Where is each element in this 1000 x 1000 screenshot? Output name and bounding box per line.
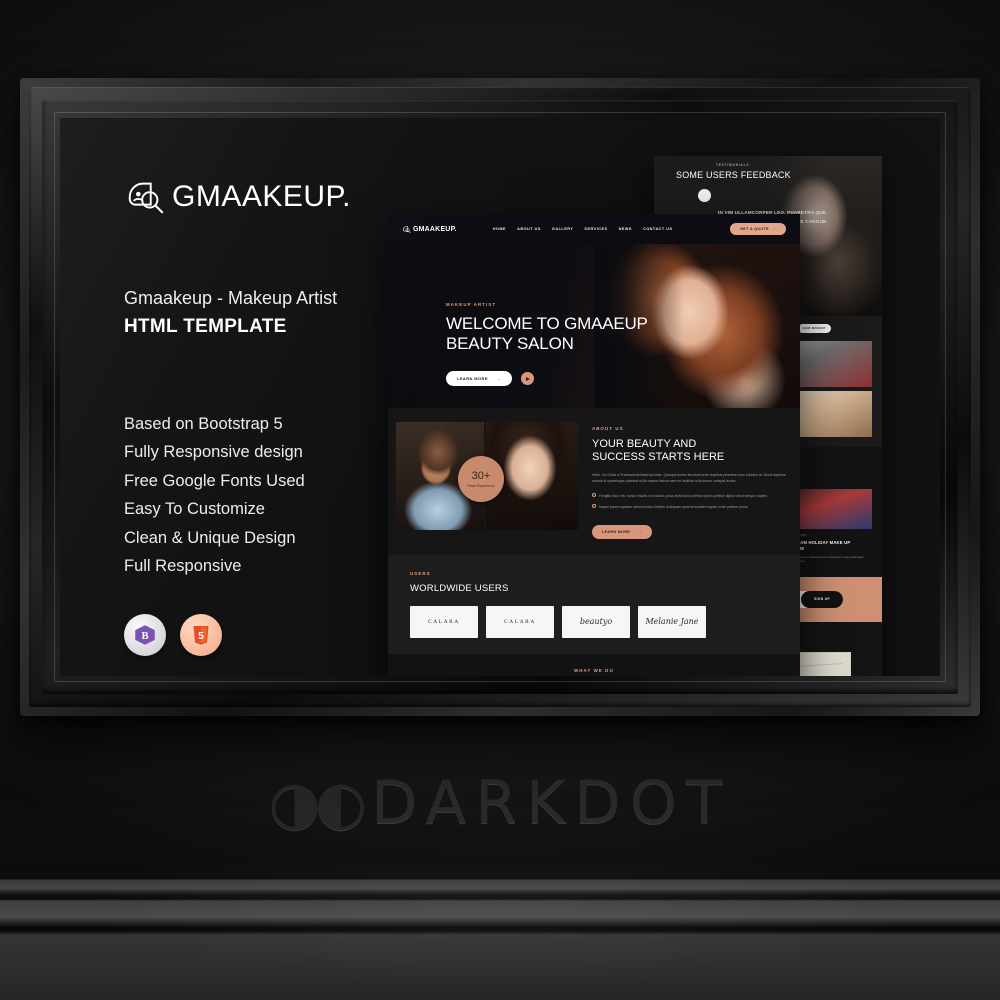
nav-item-contact-us[interactable]: CONTACT US: [643, 227, 673, 231]
main-page-screenshot[interactable]: GMAAKEUP. HOME ABOUT US GALLERY SERVICES…: [388, 214, 800, 676]
about-section: 30+ Years Experience ABOUT US YOUR BEAUT…: [388, 408, 800, 555]
about-learn-more-label: LEARN MORE: [602, 529, 631, 534]
nav-item-gallery[interactable]: GALLERY: [552, 227, 574, 231]
about-paragraph: Hello, I'm Olivia a Professional Makeup …: [592, 473, 786, 484]
testimonials-heading: SOME USERS FEEDBACK: [676, 170, 791, 180]
client-logo-text: Melanie Jane: [645, 617, 699, 627]
about-bullets: Fringilla risus nec, luctus mauris non a…: [592, 493, 788, 510]
arrow-right-icon: →: [496, 376, 502, 381]
site-navbar: GMAAKEUP. HOME ABOUT US GALLERY SERVICES…: [388, 214, 800, 244]
promo-panel: GMAAKEUP. Gmaakeup - Makeup Artist HTML …: [124, 176, 424, 657]
nav-item-home[interactable]: HOME: [493, 227, 506, 231]
play-icon[interactable]: [521, 372, 535, 385]
site-nav-links: HOME ABOUT US GALLERY SERVICES NEWS CONT…: [493, 227, 673, 231]
bullet-check-icon: [592, 504, 596, 509]
feature-item: Full Responsive: [124, 557, 242, 576]
brand-name: GMAAKEUP.: [172, 180, 352, 213]
hero-actions: LEARN MORE →: [446, 371, 648, 386]
feature-item: Free Google Fonts Used: [124, 471, 305, 490]
hero-learn-more-label: LEARN MORE: [457, 376, 488, 381]
feature-item: Clean & Unique Design: [124, 528, 296, 547]
about-heading: YOUR BEAUTY AND SUCCESS STARTS HERE: [592, 438, 788, 464]
feature-item: Based on Bootstrap 5: [124, 415, 283, 433]
arrow-right-icon: →: [638, 529, 643, 534]
client-logo: beautyo: [562, 605, 630, 638]
darkdot-watermark: ◑◐ DARKDOT: [0, 768, 1000, 838]
nav-item-news[interactable]: NEWS: [619, 227, 632, 231]
client-logo: CALARA: [486, 605, 554, 638]
client-logo-text: beautyo: [579, 617, 613, 627]
svg-text:5: 5: [198, 631, 204, 642]
about-bullet-text: Neque ipsum egestas rutrum luctus ultric…: [599, 504, 749, 509]
about-bullet-item: Fringilla risus nec, luctus mauris non a…: [592, 493, 788, 499]
makeup-face-search-icon: [124, 176, 166, 218]
worldwide-users-section: USERS WORLDWIDE USERS CALARA CALARA beau…: [388, 554, 800, 654]
about-images: 30+ Years Experience: [396, 422, 578, 539]
baseboard-molding: [0, 865, 1000, 1000]
feature-item: Easy To Customize: [124, 500, 265, 519]
newsletter-signup-button[interactable]: SIGN UP: [801, 590, 843, 608]
experience-label: Years Experience: [466, 483, 496, 488]
arrow-right-icon: →: [772, 227, 776, 231]
hero-learn-more-button[interactable]: LEARN MORE →: [446, 371, 513, 386]
about-bullet-item: Neque ipsum egestas rutrum luctus ultric…: [592, 504, 788, 510]
hero-copy: MAKEUP ARTIST WELCOME TO GMAAEUP BEAUTY …: [446, 302, 648, 386]
nav-item-services[interactable]: SERVICES: [584, 227, 607, 231]
darkdot-wordmark: DARKDOT: [371, 768, 732, 838]
bullet-check-icon: [592, 493, 596, 498]
client-logo: CALARA: [410, 605, 478, 638]
client-logo-row: CALARA CALARA beautyo Melanie Jane: [410, 605, 800, 638]
template-subtitle: Gmaakeup - Makeup Artist: [124, 288, 338, 308]
feature-list: Based on Bootstrap 5 Fully Responsive de…: [124, 410, 424, 580]
hero-section: MAKEUP ARTIST WELCOME TO GMAAEUP BEAUTY …: [388, 244, 800, 408]
get-a-quote-label: GET A QUOTE: [740, 227, 769, 231]
about-heading-line-1: YOUR BEAUTY AND: [592, 438, 697, 450]
about-heading-line-2: SUCCESS STARTS HERE: [592, 451, 725, 463]
artwork-canvas: GMAAKEUP. Gmaakeup - Makeup Artist HTML …: [60, 118, 940, 676]
worldwide-heading: WORLDWIDE USERS: [410, 582, 509, 594]
site-logo[interactable]: GMAAKEUP.: [402, 225, 457, 234]
feature-item: Fully Responsive design: [124, 443, 303, 462]
svg-text:B: B: [141, 632, 148, 643]
about-eyebrow: ABOUT US: [592, 426, 624, 431]
hero-heading-line-1: WELCOME TO GMAAEUP: [446, 314, 648, 333]
services-section: WHAT WE DO MAKEUP SERVICES: [388, 653, 800, 676]
experience-number: 30+: [471, 469, 491, 482]
client-logo: Melanie Jane: [638, 605, 706, 638]
services-eyebrow: WHAT WE DO: [574, 667, 614, 673]
hero-eyebrow: MAKEUP ARTIST: [446, 302, 497, 307]
technology-badges: B 5: [124, 614, 424, 657]
about-copy: ABOUT US YOUR BEAUTY AND SUCCESS STARTS …: [578, 422, 800, 539]
site-logo-text: GMAAKEUP.: [413, 225, 457, 233]
html5-badge: 5: [180, 614, 222, 657]
gallery-filter-hair[interactable]: HAIR MAKEUP: [797, 324, 831, 333]
testimonial-avatar: [698, 189, 711, 202]
bootstrap-badge: B: [124, 614, 166, 657]
picture-frame: GMAAKEUP. Gmaakeup - Makeup Artist HTML …: [20, 78, 980, 716]
client-logo-text: CALARA: [504, 618, 536, 625]
testimonials-eyebrow: TESTIMONIALS: [716, 163, 750, 167]
hero-heading-line-2: BEAUTY SALON: [446, 334, 574, 353]
worldwide-eyebrow: USERS: [410, 570, 431, 576]
client-logo-text: CALARA: [428, 618, 460, 625]
template-title: HTML TEMPLATE: [124, 316, 287, 337]
hero-heading: WELCOME TO GMAAEUP BEAUTY SALON: [446, 314, 648, 354]
darkdot-logo-mark: ◑◐: [268, 768, 367, 838]
experience-badge: 30+ Years Experience: [458, 456, 504, 502]
about-learn-more-button[interactable]: LEARN MORE →: [592, 524, 653, 539]
brand-logo: GMAAKEUP.: [124, 176, 424, 218]
get-a-quote-button[interactable]: GET A QUOTE →: [730, 223, 786, 235]
about-bullet-text: Fringilla risus nec, luctus mauris non a…: [599, 493, 769, 498]
nav-item-about-us[interactable]: ABOUT US: [517, 227, 541, 231]
